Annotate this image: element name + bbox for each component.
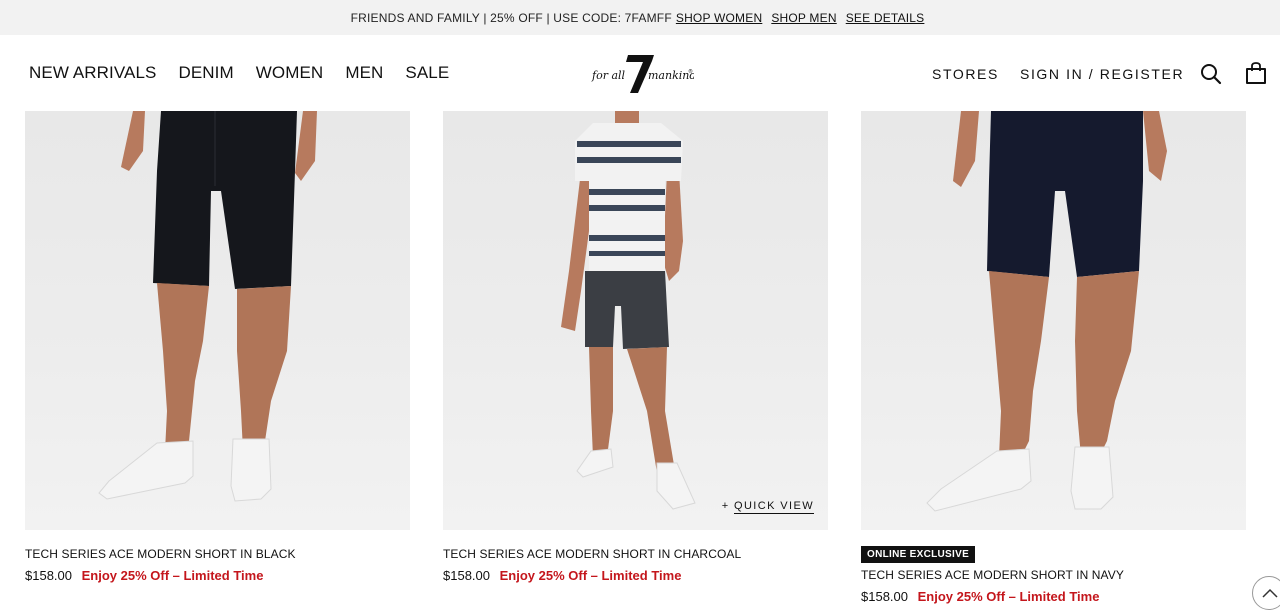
quick-view-button[interactable]: + QUICK VIEW bbox=[722, 500, 814, 514]
product-price-row: $158.00 Enjoy 25% Off – Limited Time bbox=[443, 568, 681, 583]
nav-sale[interactable]: SALE bbox=[405, 63, 449, 83]
main-nav: NEW ARRIVALS DENIM WOMEN MEN SALE bbox=[29, 63, 471, 83]
product-price-row: $158.00 Enjoy 25% Off – Limited Time bbox=[861, 589, 1099, 604]
online-exclusive-badge: ONLINE EXCLUSIVE bbox=[861, 546, 976, 563]
product-name[interactable]: TECH SERIES ACE MODERN SHORT IN BLACK bbox=[25, 547, 296, 561]
product-card: ONLINE EXCLUSIVE TECH SERIES ACE MODERN … bbox=[861, 111, 1246, 604]
svg-text:®: ® bbox=[688, 68, 693, 75]
svg-text:for all: for all bbox=[591, 69, 626, 82]
shopping-bag-icon[interactable] bbox=[1244, 61, 1268, 85]
product-card: + QUICK VIEW TECH SERIES ACE MODERN SHOR… bbox=[443, 111, 828, 583]
product-name[interactable]: TECH SERIES ACE MODERN SHORT IN NAVY bbox=[861, 568, 1124, 582]
product-promo: Enjoy 25% Off – Limited Time bbox=[81, 568, 264, 583]
product-price: $158.00 bbox=[25, 568, 72, 583]
nav-denim[interactable]: DENIM bbox=[178, 63, 233, 83]
promo-text: FRIENDS AND FAMILY | 25% OFF | USE CODE:… bbox=[350, 10, 672, 25]
promo-bar: FRIENDS AND FAMILY | 25% OFF | USE CODE:… bbox=[0, 0, 1280, 35]
product-price: $158.00 bbox=[443, 568, 490, 583]
product-image[interactable]: + QUICK VIEW bbox=[443, 111, 828, 530]
product-promo: Enjoy 25% Off – Limited Time bbox=[499, 568, 682, 583]
product-price-row: $158.00 Enjoy 25% Off – Limited Time bbox=[25, 568, 263, 583]
nav-new-arrivals[interactable]: NEW ARRIVALS bbox=[29, 63, 156, 83]
nav-women[interactable]: WOMEN bbox=[256, 63, 324, 83]
product-name[interactable]: TECH SERIES ACE MODERN SHORT IN CHARCOAL bbox=[443, 547, 741, 561]
brand-logo[interactable]: for all mankind ® bbox=[588, 53, 696, 95]
product-price: $158.00 bbox=[861, 589, 908, 604]
utility-nav: STORES SIGN IN / REGISTER bbox=[880, 62, 1280, 95]
product-promo: Enjoy 25% Off – Limited Time bbox=[917, 589, 1100, 604]
nav-men[interactable]: MEN bbox=[345, 63, 383, 83]
product-card: TECH SERIES ACE MODERN SHORT IN BLACK $1… bbox=[25, 111, 410, 583]
sign-in-register-link[interactable]: SIGN IN / REGISTER bbox=[1020, 66, 1184, 82]
chevron-up-icon bbox=[1262, 588, 1278, 598]
see-details-link[interactable]: SEE DETAILS bbox=[846, 11, 925, 25]
product-image[interactable] bbox=[25, 111, 410, 530]
product-image[interactable] bbox=[861, 111, 1246, 530]
shop-women-link[interactable]: SHOP WOMEN bbox=[676, 11, 762, 25]
site-header: NEW ARRIVALS DENIM WOMEN MEN SALE for al… bbox=[0, 35, 1280, 111]
shop-men-link[interactable]: SHOP MEN bbox=[771, 11, 836, 25]
quick-view-label: QUICK VIEW bbox=[733, 500, 814, 514]
stores-link[interactable]: STORES bbox=[932, 66, 999, 82]
search-icon[interactable] bbox=[1200, 63, 1222, 85]
scroll-to-top-button[interactable] bbox=[1252, 576, 1280, 610]
